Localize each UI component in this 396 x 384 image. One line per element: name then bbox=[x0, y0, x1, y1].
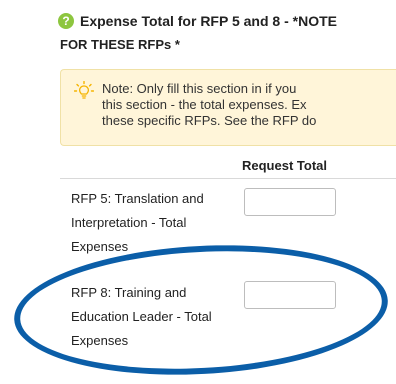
column-header-request-total: Request Total bbox=[242, 158, 327, 173]
rfp5-request-total-input[interactable] bbox=[244, 188, 336, 216]
note-line-3: these specific RFPs. See the RFP do bbox=[102, 113, 317, 128]
note-line-2: this section - the total expenses. Ex bbox=[102, 97, 307, 112]
note-text: Note: Only fill this section in if you t… bbox=[102, 81, 396, 129]
section-title-line-2: FOR THESE RFPs * bbox=[60, 37, 180, 52]
lightbulb-icon bbox=[74, 81, 94, 99]
note-line-1: Note: Only fill this section in if you bbox=[102, 81, 297, 96]
note-callout: Note: Only fill this section in if you t… bbox=[60, 69, 396, 146]
help-circle-icon[interactable]: ? bbox=[58, 13, 74, 29]
row-label-line: Interpretation - Total bbox=[71, 215, 187, 230]
row-label-line: RFP 5: Translation and bbox=[71, 191, 204, 206]
header-divider bbox=[60, 178, 396, 179]
annotation-highlight-oval bbox=[10, 236, 392, 384]
section-title-line-1: Expense Total for RFP 5 and 8 - *NOTE bbox=[80, 13, 337, 29]
